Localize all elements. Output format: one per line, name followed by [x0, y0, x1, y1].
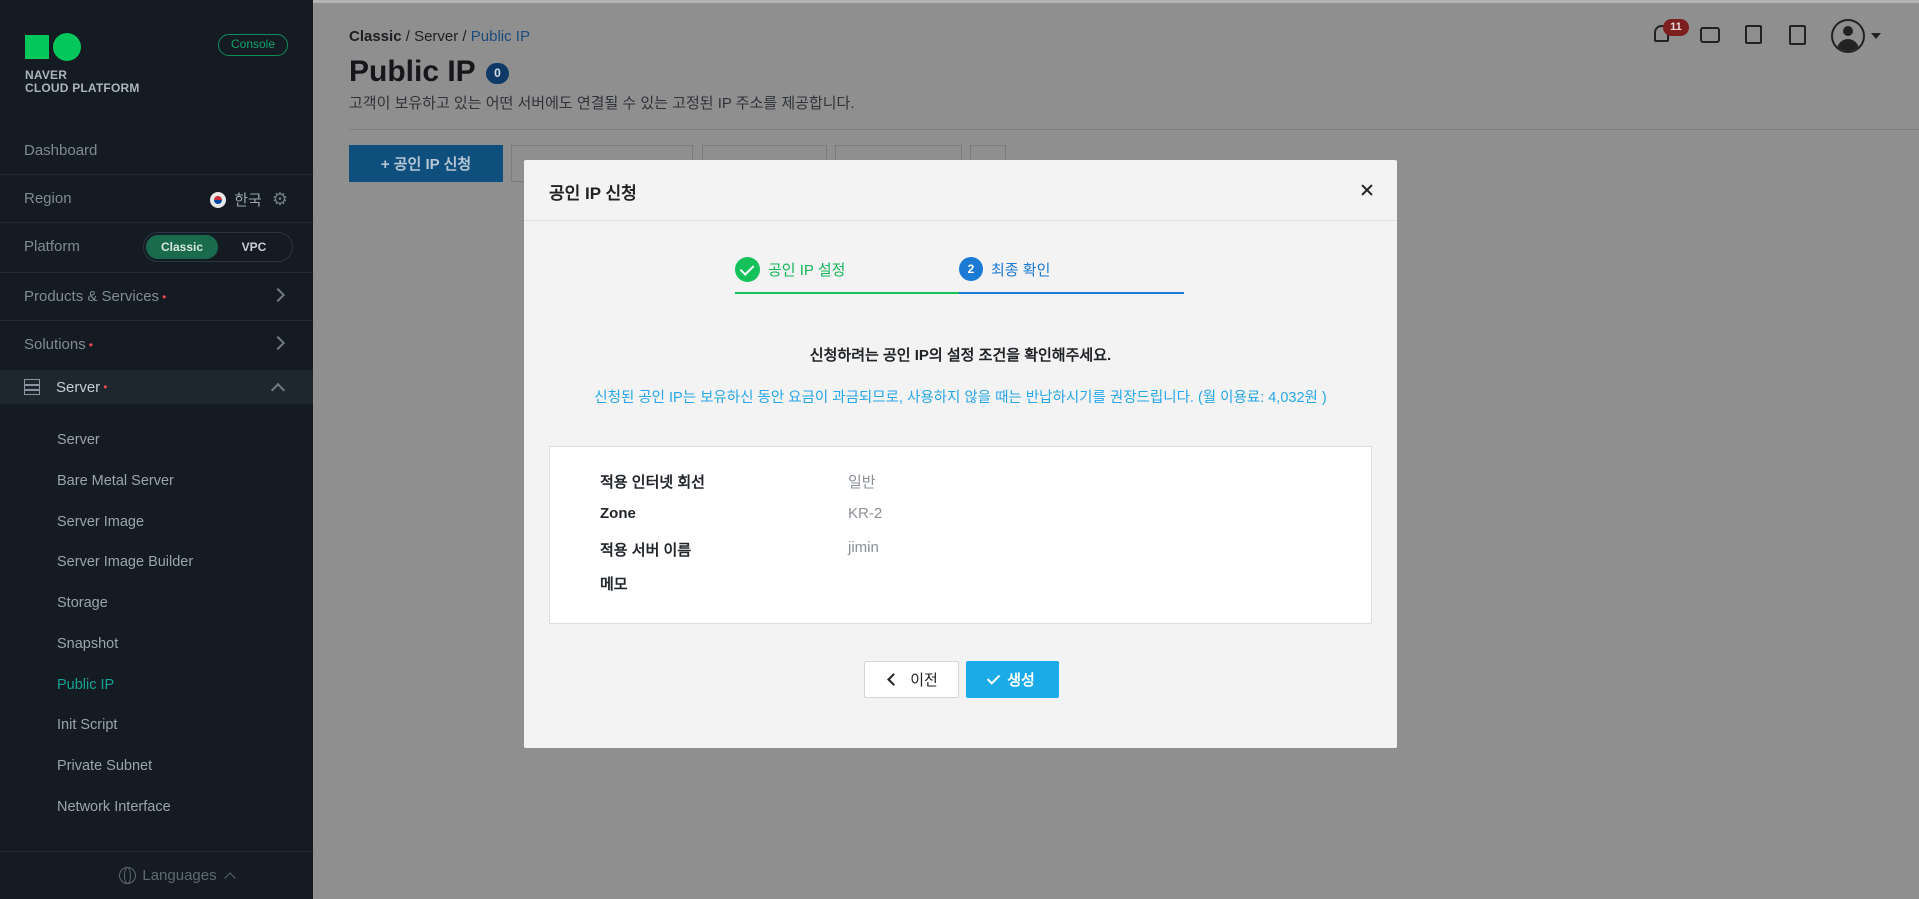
- server-section-label: Server: [56, 378, 101, 396]
- platform-option-vpc[interactable]: VPC: [218, 235, 290, 259]
- step-2: 2 최종 확인: [959, 257, 1050, 281]
- chevron-left-icon: [887, 673, 901, 686]
- step-2-label: 최종 확인: [991, 261, 1051, 279]
- region-label: Region: [24, 190, 72, 207]
- ncp-logo[interactable]: NAVER CLOUD PLATFORM: [25, 33, 140, 95]
- region-value: 한국: [234, 192, 262, 209]
- page-title: Public IP: [349, 55, 476, 88]
- sidebar-item-dashboard[interactable]: Dashboard: [0, 126, 313, 174]
- close-icon[interactable]: [1359, 182, 1375, 198]
- confirm-message: 신청하려는 공인 IP의 설정 조건을 확인해주세요.: [809, 347, 1112, 364]
- languages-selector[interactable]: Languages: [0, 851, 313, 899]
- sidebar-item-public-ip[interactable]: Public IP: [57, 677, 114, 693]
- sidebar-item-server-image[interactable]: Server Image: [57, 514, 144, 530]
- caret-down-icon[interactable]: [1871, 33, 1881, 39]
- memo-icon[interactable]: [1745, 25, 1762, 44]
- sidebar-item-server[interactable]: Server: [57, 432, 100, 448]
- sidebar: NAVER CLOUD PLATFORM Console Dashboard R…: [0, 0, 313, 899]
- count-badge: 0: [486, 63, 509, 84]
- breadcrumb-current: Public IP: [470, 28, 530, 45]
- check-icon: [986, 670, 1001, 685]
- platform-option-classic[interactable]: Classic: [146, 235, 218, 259]
- chat-icon[interactable]: [1700, 27, 1720, 43]
- modal-title: 공인 IP 신청: [549, 184, 637, 203]
- step-progress-current: [959, 292, 1184, 294]
- sidebar-section-server[interactable]: Server •: [0, 370, 313, 404]
- prev-button[interactable]: 이전: [864, 661, 959, 698]
- sidebar-item-server-image-builder[interactable]: Server Image Builder: [57, 554, 193, 570]
- create-button[interactable]: 생성: [966, 661, 1059, 698]
- region-selector[interactable]: 한국 ⚙: [210, 189, 288, 210]
- products-services-label: Products & Services: [24, 288, 160, 305]
- sidebar-item-products-services[interactable]: Products & Services •: [0, 272, 313, 320]
- sidebar-item-snapshot[interactable]: Snapshot: [57, 636, 118, 652]
- sidebar-item-network-interface[interactable]: Network Interface: [57, 799, 171, 815]
- top-bar: [313, 0, 1919, 3]
- new-dot: •: [88, 337, 93, 352]
- logo-line2: CLOUD PLATFORM: [25, 81, 140, 95]
- request-public-ip-button[interactable]: + 공인 IP 신청: [349, 145, 503, 182]
- detail-value: KR-2: [848, 505, 883, 522]
- chevron-up-icon: [223, 871, 236, 884]
- breadcrumb-item[interactable]: Server: [414, 28, 458, 45]
- billing-notice: 신청된 공인 IP는 보유하신 동안 요금이 과금되므로, 사용하지 않을 때는…: [594, 390, 1327, 406]
- detail-value: 일반: [848, 474, 876, 491]
- check-circle-icon: [735, 257, 760, 282]
- step-1-label: 공인 IP 설정: [768, 262, 846, 279]
- page-description: 고객이 보유하고 있는 어떤 서버에도 연결될 수 있는 고정된 IP 주소를 …: [349, 95, 855, 112]
- stepper: 공인 IP 설정 2 최종 확인: [735, 257, 1185, 295]
- new-dot: •: [162, 289, 167, 304]
- avatar[interactable]: [1831, 19, 1865, 53]
- detail-label: 적용 인터넷 회선: [600, 474, 705, 491]
- prev-button-label: 이전: [910, 672, 938, 689]
- chevron-right-icon: [270, 335, 286, 351]
- detail-label: Zone: [600, 505, 636, 522]
- breadcrumb: Classic / Server / Public IP: [349, 28, 530, 45]
- languages-label: Languages: [142, 867, 217, 884]
- solutions-label: Solutions: [24, 336, 86, 353]
- dashboard-label: Dashboard: [24, 141, 98, 159]
- platform-toggle[interactable]: Classic VPC: [143, 232, 293, 262]
- gear-icon[interactable]: ⚙: [272, 189, 288, 210]
- server-icon: [24, 379, 40, 395]
- region-row: Region 한국 ⚙: [0, 174, 313, 222]
- platform-label: Platform: [24, 238, 80, 255]
- request-public-ip-modal: 공인 IP 신청 공인 IP 설정 2 최종 확인 신청하려는 공인 IP의 설…: [524, 160, 1397, 748]
- sidebar-item-storage[interactable]: Storage: [57, 595, 108, 611]
- korea-flag-icon: [210, 191, 227, 208]
- step-2-number: 2: [959, 257, 983, 281]
- detail-label: 메모: [600, 576, 628, 593]
- divider: [349, 129, 1919, 130]
- breadcrumb-item[interactable]: Classic: [349, 28, 402, 45]
- modal-header: 공인 IP 신청: [524, 160, 1397, 221]
- globe-icon: [119, 867, 137, 884]
- sidebar-item-bare-metal-server[interactable]: Bare Metal Server: [57, 473, 174, 489]
- create-button-label: 생성: [1007, 672, 1035, 689]
- console-badge[interactable]: Console: [218, 34, 288, 56]
- detail-value: jimin: [848, 539, 879, 556]
- new-dot: •: [103, 380, 108, 394]
- detail-label: 적용 서버 이름: [600, 542, 692, 559]
- sidebar-item-init-script[interactable]: Init Script: [57, 717, 117, 733]
- sidebar-item-solutions[interactable]: Solutions •: [0, 320, 313, 368]
- chevron-right-icon: [270, 287, 286, 303]
- notification-badge: 11: [1663, 19, 1689, 36]
- step-1: 공인 IP 설정: [735, 257, 845, 282]
- step-progress-done: [735, 292, 959, 294]
- settings-summary: 적용 인터넷 회선 일반 Zone KR-2 적용 서버 이름 jimin 메모: [549, 446, 1372, 624]
- logo-icon: [25, 33, 140, 61]
- sidebar-item-private-subnet[interactable]: Private Subnet: [57, 758, 152, 774]
- chevron-up-icon: [270, 382, 286, 398]
- platform-row: Platform Classic VPC: [0, 222, 313, 270]
- info-icon[interactable]: [1789, 25, 1806, 45]
